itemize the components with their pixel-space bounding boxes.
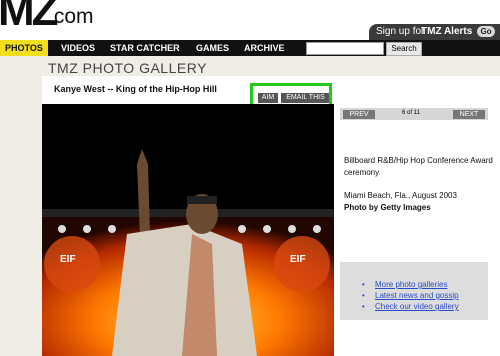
signup-prefix: Sign up for: [376, 26, 425, 37]
gallery-photo[interactable]: EIF EIF: [42, 104, 334, 356]
bullet-icon: •: [362, 291, 365, 300]
photo-caption: Billboard R&B/Hip Hop Conference Award c…: [344, 156, 493, 177]
nav-tab-videos[interactable]: VIDEOS: [61, 40, 95, 56]
stage-sign-left: EIF: [60, 254, 76, 265]
photo-heading: Kanye West -- King of the Hip-Hop Hill: [54, 84, 217, 94]
latest-news-link[interactable]: Latest news and gossip: [375, 291, 459, 300]
next-button[interactable]: NEXT: [453, 110, 485, 119]
search-button[interactable]: Search: [386, 42, 422, 56]
nav-tab-photos[interactable]: PHOTOS: [0, 40, 48, 56]
logo-domain: .com: [48, 5, 94, 28]
go-button[interactable]: Go: [477, 26, 495, 37]
photo-location: Miami Beach, Fla., August 2003: [344, 191, 457, 200]
concert-photo-illustration: EIF EIF: [42, 104, 334, 356]
photo-count: 6 of 11: [402, 110, 420, 116]
video-gallery-link[interactable]: Check our video gallery: [375, 302, 459, 311]
nav-tab-star-catcher[interactable]: STAR CATCHER: [110, 40, 180, 56]
nav-tab-archive[interactable]: ARCHIVE: [244, 40, 285, 56]
photo-credit: Photo by Getty Images: [344, 203, 431, 212]
bullet-icon: •: [362, 280, 365, 289]
prev-button[interactable]: PREV: [343, 110, 375, 119]
signup-alerts-label: TMZ Alerts: [421, 26, 473, 37]
stage-sign-right: EIF: [290, 254, 306, 265]
nav-tab-games[interactable]: GAMES: [196, 40, 229, 56]
main-nav: PHOTOS VIDEOS STAR CATCHER GAMES ARCHIVE: [0, 40, 500, 56]
alerts-signup[interactable]: Sign up for TMZ Alerts Go: [369, 24, 500, 40]
bullet-icon: •: [362, 302, 365, 311]
page-title: TMZ PHOTO GALLERY: [48, 60, 207, 76]
more-galleries-link[interactable]: More photo galleries: [375, 280, 447, 289]
search-input[interactable]: [306, 42, 384, 55]
